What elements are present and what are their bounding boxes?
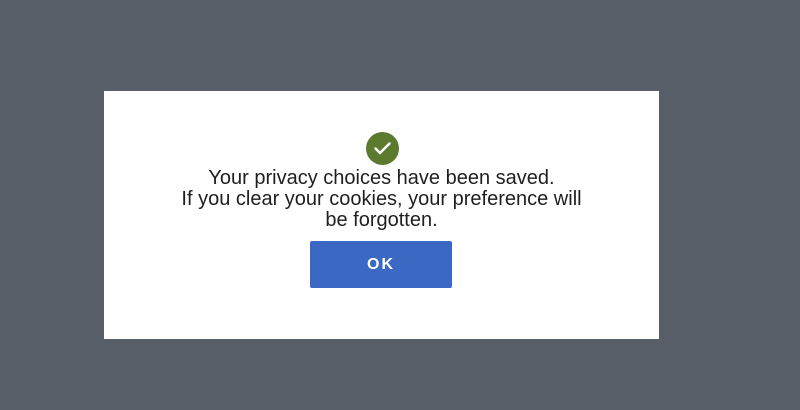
ok-button[interactable]: OK: [310, 241, 452, 288]
checkmark-circle-icon: [366, 132, 399, 165]
checkmark-icon: [374, 142, 391, 155]
confirmation-message: Your privacy choices have been saved. If…: [124, 168, 639, 231]
privacy-confirmation-dialog: Your privacy choices have been saved. If…: [104, 91, 659, 339]
message-line-2: If you clear your cookies, your preferen…: [181, 188, 582, 210]
message-line-1: Your privacy choices have been saved.: [208, 167, 555, 189]
message-line-3: be forgotten.: [325, 209, 438, 231]
